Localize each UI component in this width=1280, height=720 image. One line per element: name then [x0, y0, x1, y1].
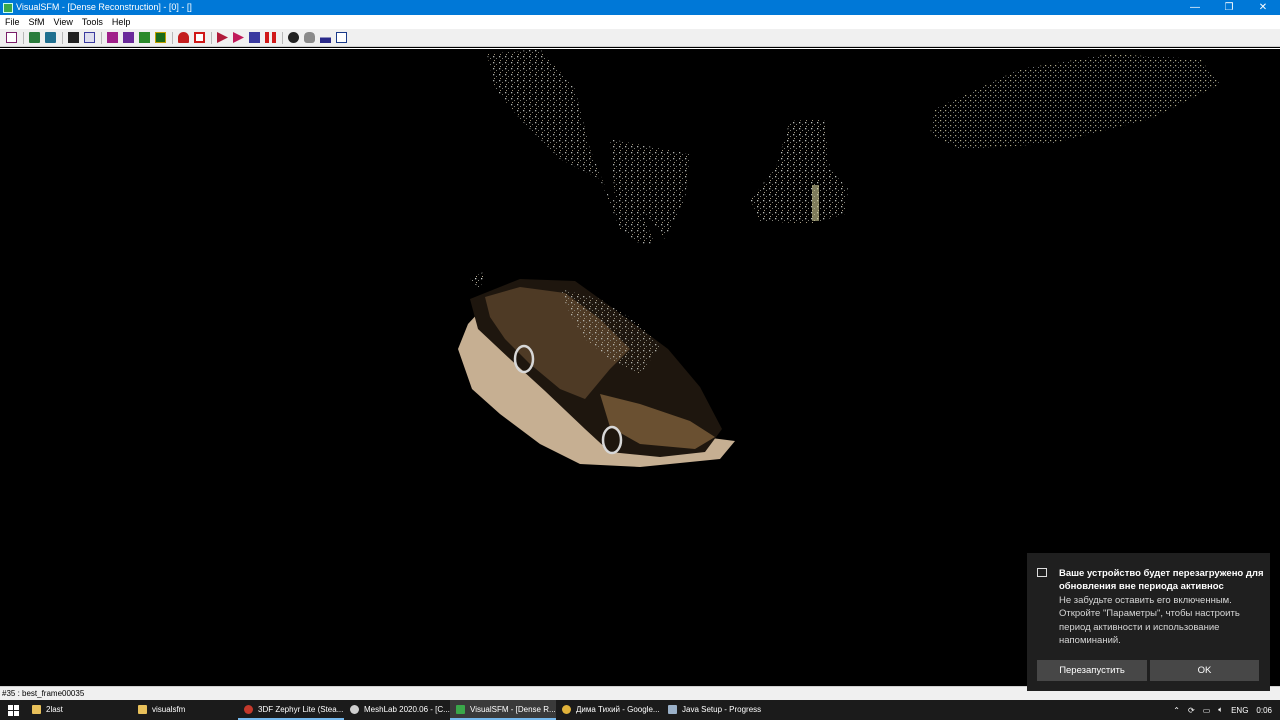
match-images-icon[interactable] — [107, 32, 118, 43]
minimize-button[interactable]: — — [1178, 0, 1212, 15]
menu-tools[interactable]: Tools — [77, 15, 107, 29]
pairwise-match-icon[interactable] — [139, 32, 150, 43]
ok-button[interactable]: OK — [1150, 660, 1259, 681]
point-cluster-upper-right — [930, 54, 1220, 149]
clock[interactable]: 0:06 — [1256, 706, 1272, 715]
maximize-button[interactable]: ❐ — [1212, 0, 1246, 15]
meshlab-app-icon — [350, 704, 359, 714]
copy-icon[interactable] — [84, 32, 95, 43]
visualsfm-app-icon — [456, 704, 465, 714]
taskbar-item-visualsfm[interactable]: VisualSFM - [Dense R... — [450, 700, 556, 720]
restart-button[interactable]: Перезапустить — [1037, 660, 1147, 681]
open-multi-images-icon[interactable] — [29, 32, 40, 43]
menu-help[interactable]: Help — [107, 15, 135, 29]
menu-sfm[interactable]: SfM — [24, 15, 49, 29]
status-text: #35 : best_frame00035 — [2, 689, 85, 698]
taskbar-item-zephyr[interactable]: 3DF Zephyr Lite (Stea... — [238, 700, 344, 720]
notification-update-icon — [1037, 568, 1047, 577]
toolbar-separator — [211, 31, 212, 44]
taskbar-item-chrome[interactable]: Дима Тихий - Google... — [556, 700, 662, 720]
taskbar-item-visualsfm-folder[interactable]: visualsfm — [132, 700, 238, 720]
point-cluster-upper-left — [487, 49, 690, 244]
run-dense-icon[interactable] — [249, 32, 260, 43]
compute-missing-match-icon[interactable] — [123, 32, 134, 43]
reconstruct-dense-icon[interactable] — [233, 32, 244, 43]
menu-bar: File SfM View Tools Help — [0, 15, 1280, 29]
restart-notification: Ваше устройство будет перезагружено для … — [1027, 553, 1270, 691]
system-tray: ⌃ ⟳ ▭ 🔈︎ ENG 0:06 — [1173, 700, 1280, 720]
taskbar-item-java-setup[interactable]: Java Setup - Progress — [662, 700, 768, 720]
notification-body: Не забудьте оставить его включенным. Отк… — [1059, 595, 1240, 646]
start-button[interactable] — [0, 700, 26, 720]
update-icon[interactable]: ⟳ — [1188, 706, 1195, 715]
hand-pan-icon[interactable] — [304, 32, 315, 43]
taskbar-item-2last[interactable]: 2last — [26, 700, 132, 720]
java-app-icon — [668, 704, 677, 714]
window-controls: — ❐ ✕ — [1178, 0, 1280, 15]
remove-icon[interactable] — [178, 32, 189, 43]
volume-icon[interactable]: 🔈︎ — [1218, 705, 1223, 715]
zephyr-app-icon — [244, 704, 253, 714]
visualsfm-app-icon — [3, 2, 13, 13]
toolbar-separator — [282, 31, 283, 44]
toolbar — [0, 29, 1280, 47]
folder-icon — [138, 704, 147, 714]
reconstruct-sparse-icon[interactable] — [217, 32, 228, 43]
language-indicator[interactable]: ENG — [1231, 706, 1248, 715]
toolbar-separator — [172, 31, 173, 44]
open-nvm-icon[interactable] — [45, 32, 56, 43]
folder-icon — [32, 704, 41, 714]
taskbar: 2last visualsfm 3DF Zephyr Lite (Stea...… — [0, 700, 1280, 720]
pause-icon[interactable] — [265, 32, 276, 43]
windows-logo-icon — [7, 704, 19, 716]
network-icon[interactable]: ▭ — [1203, 706, 1211, 715]
menu-view[interactable]: View — [49, 15, 77, 29]
toolbar-separator — [101, 31, 102, 44]
delete-icon[interactable] — [194, 32, 205, 43]
log-window-icon[interactable] — [6, 32, 17, 43]
save-icon[interactable] — [68, 32, 79, 43]
toolbar-separator — [62, 31, 63, 44]
title-bar: VisualSFM - [Dense Reconstruction] - [0]… — [0, 0, 1280, 15]
bars-icon[interactable] — [320, 32, 331, 43]
point-cluster-middle — [750, 119, 848, 224]
taskbar-item-meshlab[interactable]: MeshLab 2020.06 - [C... — [344, 700, 450, 720]
chevron-up-icon[interactable]: ⌃ — [1173, 706, 1180, 715]
window-title: VisualSFM - [Dense Reconstruction] - [0]… — [16, 2, 192, 12]
chrome-app-icon — [562, 704, 571, 714]
notification-title: Ваше устройство будет перезагружено для … — [1059, 568, 1264, 592]
settings-gear-icon[interactable] — [288, 32, 299, 43]
window-icon[interactable] — [336, 32, 347, 43]
view-matches-icon[interactable] — [155, 32, 166, 43]
toolbar-separator — [23, 31, 24, 44]
close-button[interactable]: ✕ — [1246, 0, 1280, 15]
menu-file[interactable]: File — [0, 15, 24, 29]
